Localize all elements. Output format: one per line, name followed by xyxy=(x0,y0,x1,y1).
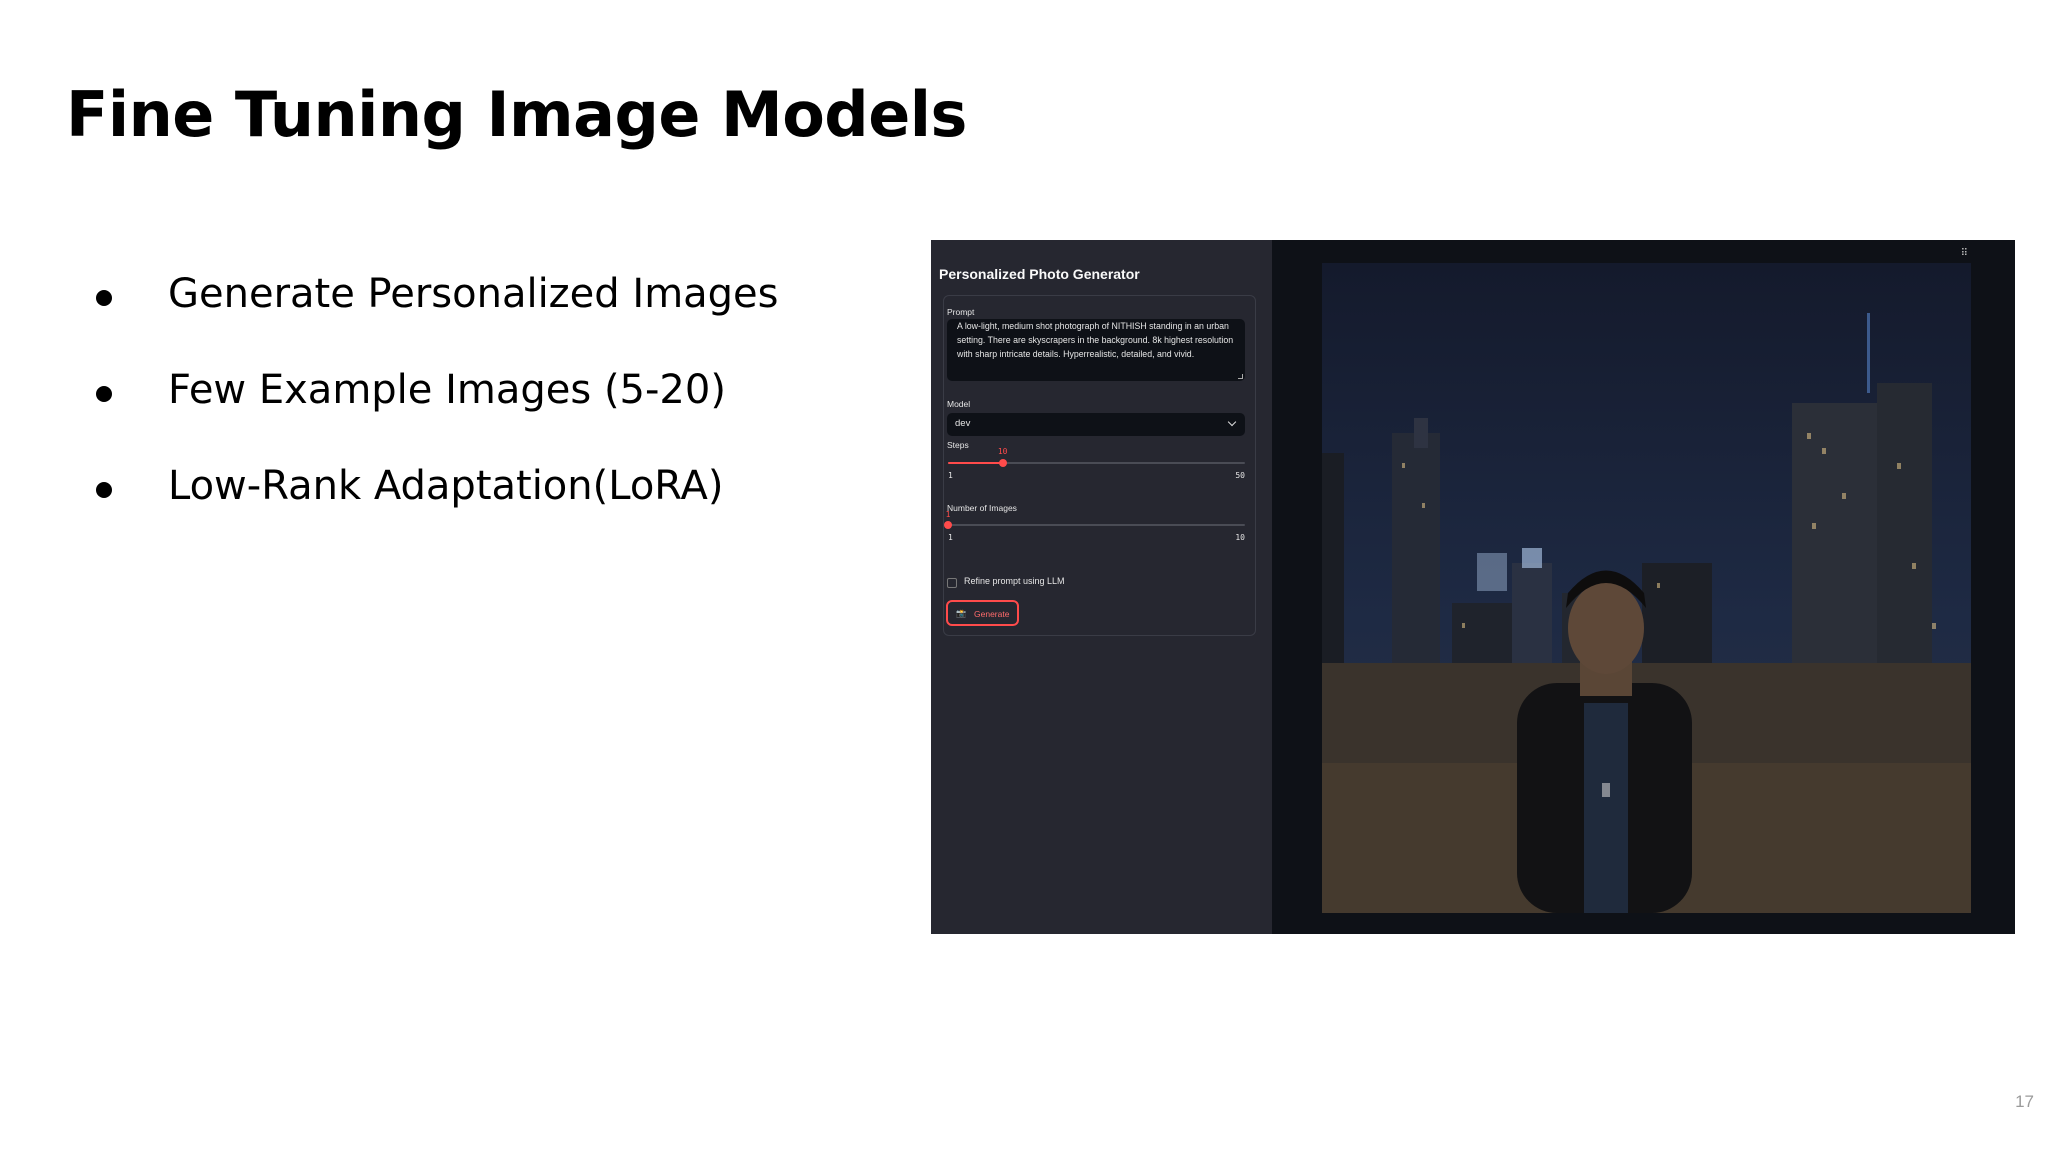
num-images-slider[interactable]: 1 1 10 xyxy=(944,510,1245,542)
generated-image xyxy=(1322,263,1971,913)
num-images-max: 10 xyxy=(1235,533,1245,542)
bullet-text: Few Example Images (5-20) xyxy=(168,367,726,413)
model-select[interactable]: dev xyxy=(947,413,1245,436)
refine-checkbox[interactable] xyxy=(947,578,957,588)
bullet-dot-icon xyxy=(96,482,112,498)
generate-button[interactable]: 📸 Generate xyxy=(946,600,1019,626)
bullet-item: Few Example Images (5-20) xyxy=(90,358,779,454)
main-area: ⠿ xyxy=(1272,240,2015,934)
generated-photo-illustration xyxy=(1322,263,1971,913)
num-images-min: 1 xyxy=(948,533,953,542)
steps-slider-thumb[interactable] xyxy=(998,459,1007,467)
steps-value: 10 xyxy=(997,447,1008,456)
num-images-value: 1 xyxy=(945,510,951,519)
steps-min: 1 xyxy=(948,471,953,480)
sidebar: Personalized Photo Generator Prompt A lo… xyxy=(931,240,1272,934)
prompt-label: Prompt xyxy=(947,307,975,317)
bullet-item: Low-Rank Adaptation(LoRA) xyxy=(90,454,779,550)
bullet-list: Generate Personalized Images Few Example… xyxy=(90,262,779,550)
resize-handle-icon[interactable] xyxy=(1238,374,1243,379)
bullet-item: Generate Personalized Images xyxy=(90,262,779,358)
app-screenshot: Personalized Photo Generator Prompt A lo… xyxy=(931,240,2015,934)
prompt-textarea[interactable]: A low-light, medium shot photograph of N… xyxy=(947,319,1245,381)
generate-label: Generate xyxy=(974,609,1010,619)
refine-checkbox-label: Refine prompt using LLM xyxy=(964,576,1065,586)
bullet-text: Generate Personalized Images xyxy=(168,271,779,317)
slide-title: Fine Tuning Image Models xyxy=(66,78,967,151)
bullet-dot-icon xyxy=(96,386,112,402)
page-number: 17 xyxy=(2015,1092,2034,1111)
app-title: Personalized Photo Generator xyxy=(939,266,1140,282)
drag-dots-icon[interactable]: ⠿ xyxy=(1961,248,1969,259)
steps-slider[interactable]: 10 1 50 xyxy=(948,447,1245,480)
model-label: Model xyxy=(947,399,971,409)
steps-label: Steps xyxy=(947,440,969,450)
model-selected-value: dev xyxy=(955,418,971,429)
num-images-slider-thumb[interactable] xyxy=(944,521,952,529)
bullet-text: Low-Rank Adaptation(LoRA) xyxy=(168,463,724,509)
prompt-text: A low-light, medium shot photograph of N… xyxy=(957,321,1234,359)
chevron-down-icon xyxy=(1227,417,1237,427)
steps-max: 50 xyxy=(1235,471,1245,480)
bullet-dot-icon xyxy=(96,290,112,306)
steps-slider-fill xyxy=(948,462,1003,464)
camera-icon: 📸 xyxy=(956,609,966,618)
num-images-label: Number of Images xyxy=(947,503,1017,513)
